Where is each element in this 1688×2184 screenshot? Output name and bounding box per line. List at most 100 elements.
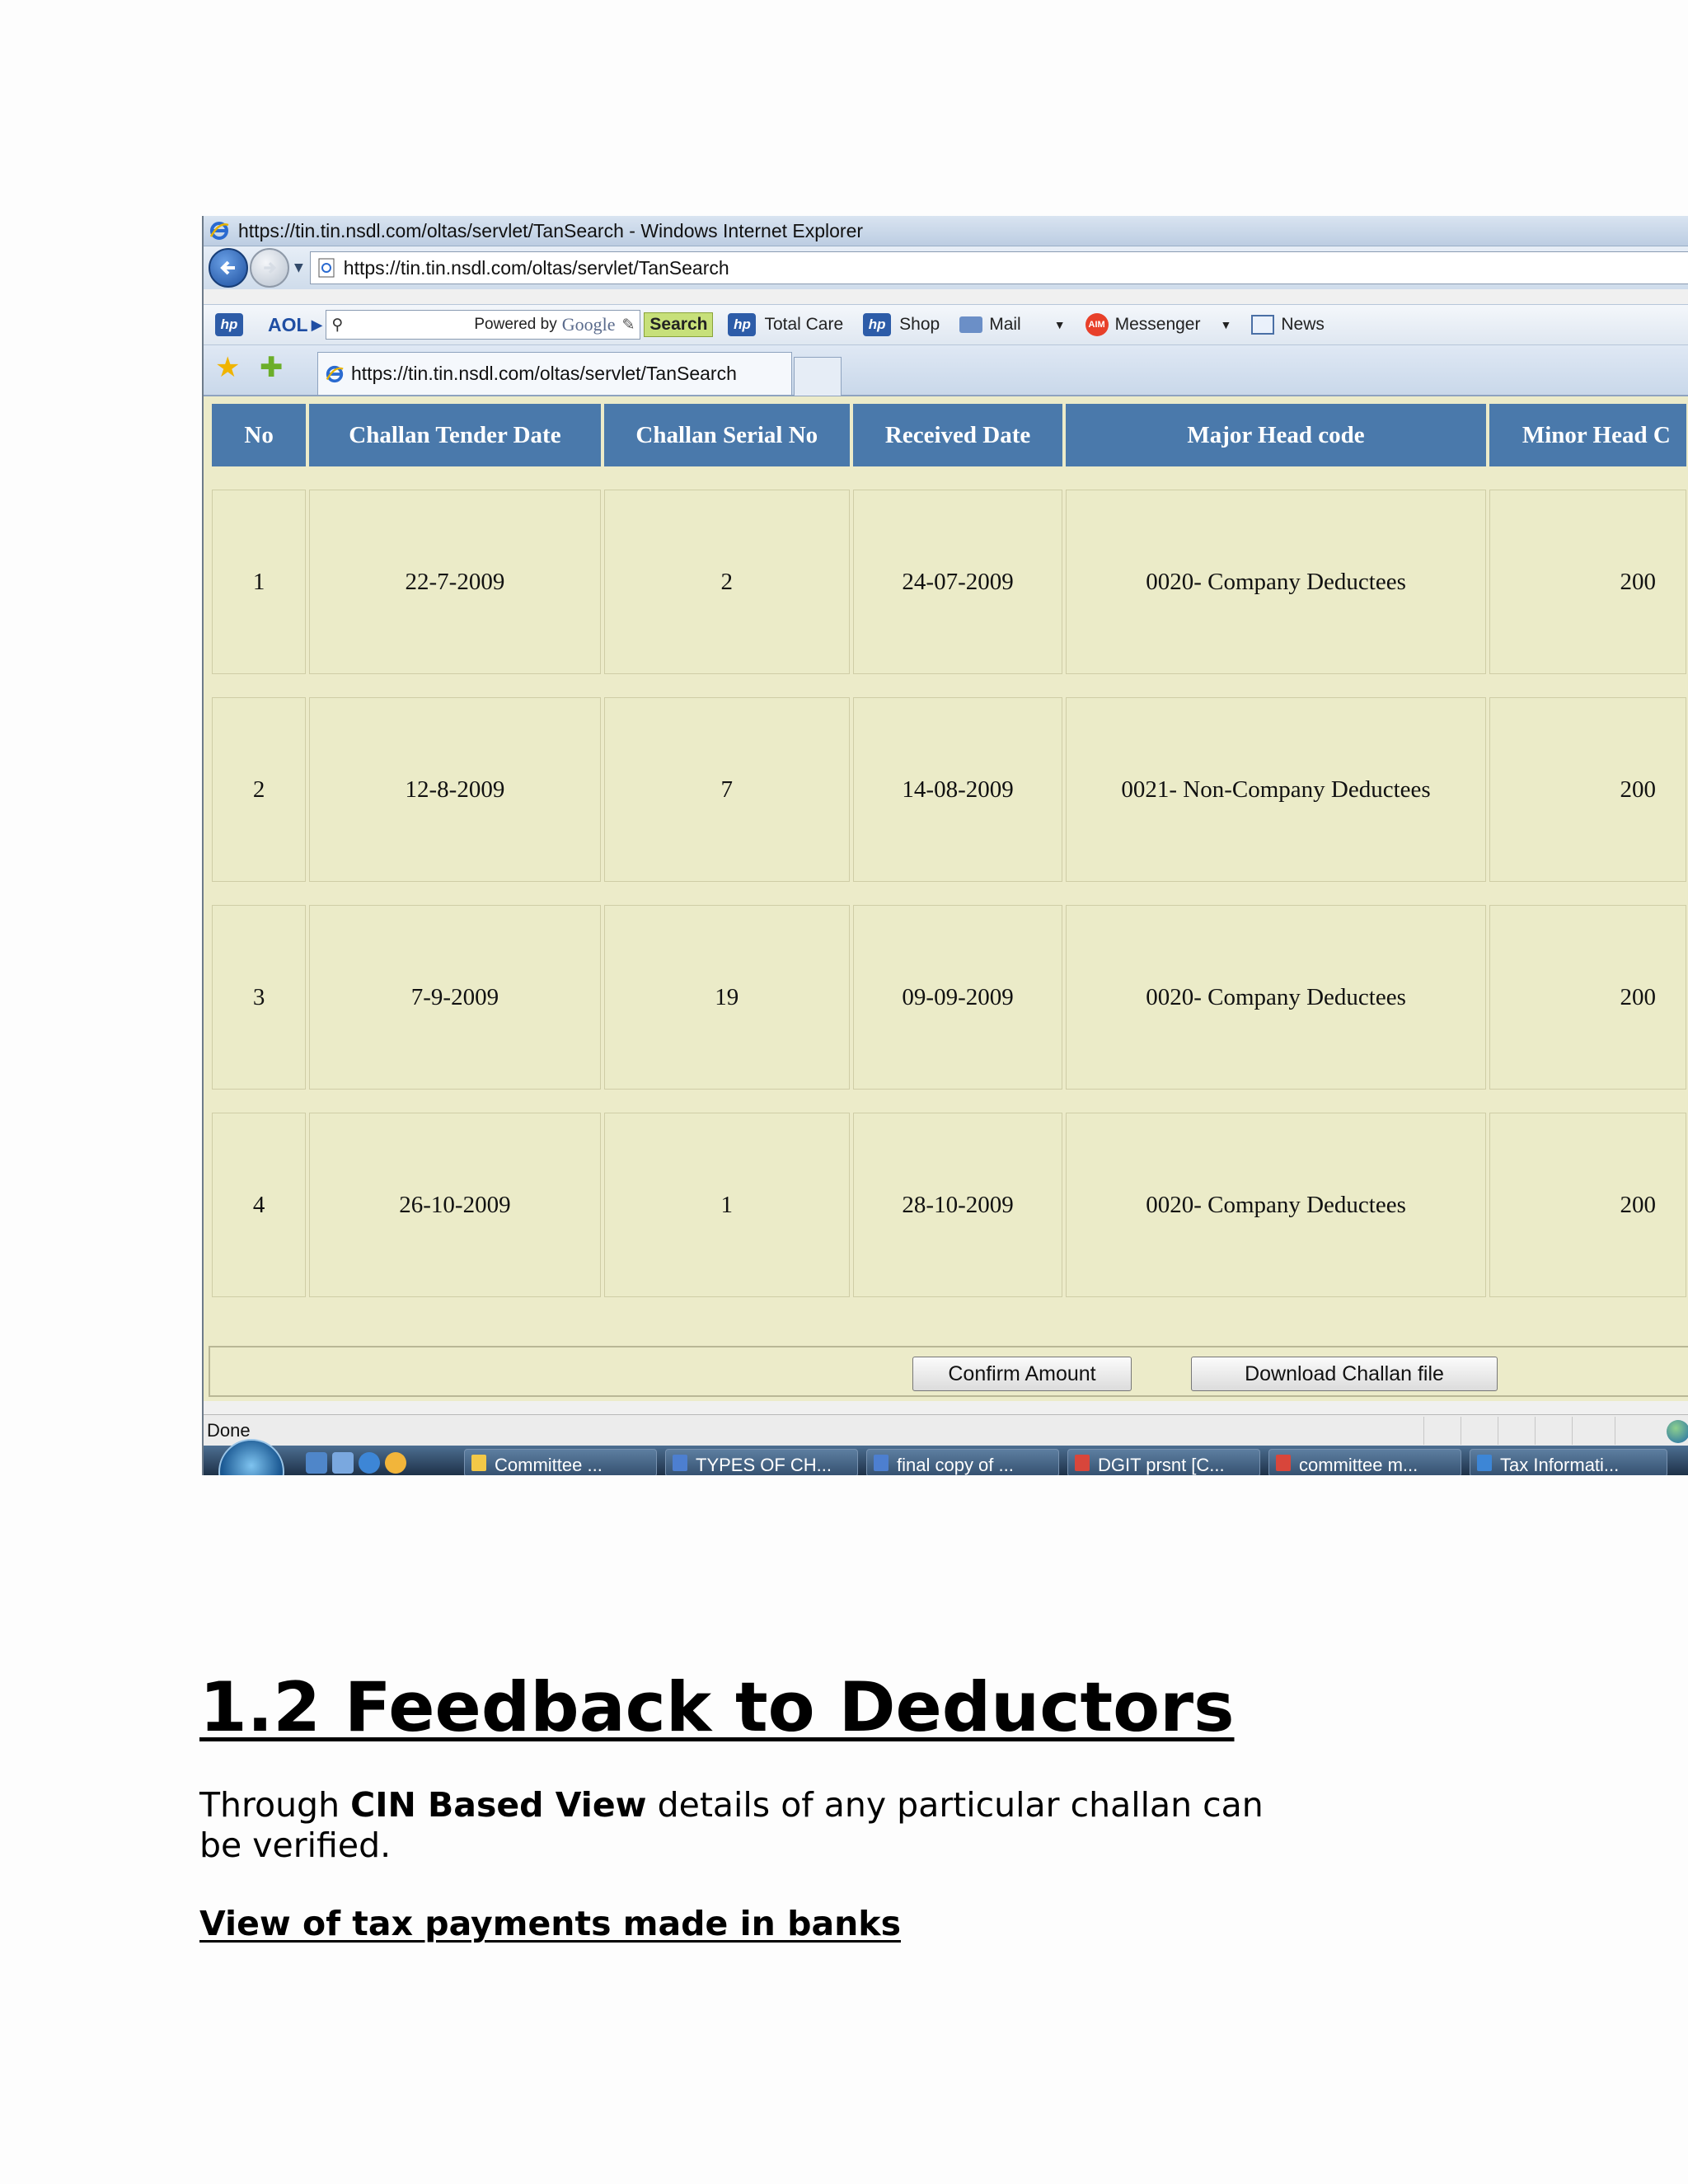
table-cell: 0021- Non-Company Deductees [1066,697,1486,882]
table-row: 3 7-9-2009 19 09-09-2009 0020- Company D… [212,905,1686,1090]
taskbar-item[interactable]: TYPES OF CH... [665,1449,858,1475]
tab-tansearch[interactable]: https://tin.tin.nsdl.com/oltas/servlet/T… [317,352,792,395]
table-cell: 7-9-2009 [309,905,601,1090]
new-tab-button[interactable] [794,357,842,396]
action-button-bar: Confirm Amount Download Challan file [209,1346,1688,1397]
mail-label: Mail [989,315,1021,334]
page-content: No Challan Tender Date Challan Serial No… [204,396,1688,1401]
table-cell: 26-10-2009 [309,1113,601,1297]
history-dropdown-icon[interactable]: ▼ [294,261,303,274]
windows-taskbar: Committee ... TYPES OF CH... final copy … [204,1439,1688,1475]
ie-page-icon [326,365,344,382]
subsection-heading: View of tax payments made in banks [199,1904,901,1943]
shop-button[interactable]: hp Shop [863,313,940,336]
table-cell: 14-08-2009 [852,697,1063,882]
google-text: Google [561,314,616,335]
table-cell: 12-8-2009 [309,697,601,882]
hp-icon: hp [728,313,757,336]
switch-windows-icon[interactable] [332,1452,354,1474]
show-desktop-icon[interactable] [306,1452,327,1474]
table-cell: 1 [212,490,307,674]
address-text: https://tin.tin.nsdl.com/oltas/servlet/T… [343,256,729,279]
emphasis-text: CIN Based View [350,1785,647,1825]
messenger-label: Messenger [1114,315,1201,334]
news-icon [1251,315,1275,335]
internet-zone-icon [1667,1420,1688,1443]
table-row: 1 22-7-2009 2 24-07-2009 0020- Company D… [212,490,1686,674]
taskbar-item[interactable]: Committee ... [464,1449,657,1475]
taskbar-item[interactable]: Tax Informati... [1470,1449,1667,1475]
taskbar-item[interactable]: DGIT prsnt [C... [1067,1449,1260,1475]
table-cell: 24-07-2009 [852,490,1063,674]
table-cell: 2 [603,490,850,674]
news-button[interactable]: News [1251,315,1325,335]
column-header: No [212,404,307,466]
address-field[interactable]: https://tin.tin.nsdl.com/oltas/servlet/T… [309,251,1688,284]
forward-button[interactable] [250,248,289,288]
table-cell: 09-09-2009 [852,905,1063,1090]
chevron-down-icon[interactable]: ▼ [1054,318,1066,331]
outlook-quicklaunch-icon[interactable] [385,1452,406,1474]
column-header: Minor Head C [1489,404,1686,466]
address-bar-row: ▼ https://tin.tin.nsdl.com/oltas/servlet… [204,246,1688,289]
aol-toolbar: hp AOL ▶ ⚲ Powered by Google ✎ Search hp… [204,304,1688,345]
paragraph-text: Through [199,1785,351,1825]
table-cell: 0020- Company Deductees [1066,1113,1486,1297]
aim-icon: AIM [1085,313,1109,336]
status-bar: Done [204,1414,1688,1446]
aol-arrow-icon: ▶ [311,316,323,333]
search-button[interactable]: Search [644,312,714,337]
download-challan-button[interactable]: Download Challan file [1191,1357,1498,1391]
table-cell: 200 [1489,697,1686,882]
powered-by-text: Powered by [474,316,557,333]
window-title: https://tin.tin.nsdl.com/oltas/servlet/T… [238,219,864,241]
table-cell: 2 [212,697,307,882]
table-cell: 22-7-2009 [309,490,601,674]
highlighter-icon[interactable]: ✎ [621,316,635,335]
arrow-left-icon [220,260,235,275]
shop-label: Shop [899,315,940,334]
total-care-label: Total Care [764,315,844,334]
table-cell: 200 [1489,490,1686,674]
table-cell: 1 [603,1113,850,1297]
chevron-down-icon[interactable]: ▼ [1220,318,1231,331]
add-favorite-icon[interactable]: ✚ [260,354,284,382]
arrow-right-icon [264,261,277,274]
ie-quicklaunch-icon[interactable] [359,1452,380,1474]
news-label: News [1281,315,1325,334]
table-cell: 0020- Company Deductees [1066,905,1486,1090]
status-text: Done [207,1420,251,1441]
back-button[interactable] [209,248,248,288]
table-row: 2 12-8-2009 7 14-08-2009 0021- Non-Compa… [212,697,1686,882]
tab-title: https://tin.tin.nsdl.com/oltas/servlet/T… [351,363,737,384]
aol-logo[interactable]: AOL [268,314,308,336]
table-cell: 0020- Company Deductees [1066,490,1486,674]
column-header: Received Date [852,404,1063,466]
total-care-button[interactable]: hp Total Care [728,313,843,336]
mail-button[interactable]: Mail ▼ [959,315,1066,335]
table-header-row: No Challan Tender Date Challan Serial No… [212,404,1686,466]
messenger-button[interactable]: AIM Messenger ▼ [1085,313,1231,336]
mail-icon [959,316,983,333]
table-cell: 4 [212,1113,307,1297]
table-cell: 28-10-2009 [852,1113,1063,1297]
confirm-amount-button[interactable]: Confirm Amount [912,1357,1132,1391]
search-icon: ⚲ [331,316,344,334]
ie-logo-icon [209,222,229,240]
page-icon [318,258,335,278]
challan-table: No Challan Tender Date Challan Serial No… [209,401,1688,1301]
body-paragraph: Through CIN Based View details of any pa… [199,1785,1296,1866]
column-header: Challan Serial No [603,404,850,466]
google-search-field[interactable]: ⚲ Powered by Google ✎ [326,310,641,340]
section-heading: 1.2 Feedback to Deductors [199,1667,1235,1747]
window-titlebar: https://tin.tin.nsdl.com/oltas/servlet/T… [204,216,1688,246]
column-header: Challan Tender Date [309,404,601,466]
hp-logo-icon[interactable]: hp [215,313,243,336]
favorites-star-icon[interactable]: ★ [215,354,240,382]
table-cell: 3 [212,905,307,1090]
tab-bar: ★ ✚ https://tin.tin.nsdl.com/oltas/servl… [204,345,1688,396]
table-row: 4 26-10-2009 1 28-10-2009 0020- Company … [212,1113,1686,1297]
taskbar-item[interactable]: final copy of ... [866,1449,1059,1475]
table-cell: 7 [603,697,850,882]
taskbar-item[interactable]: committee m... [1268,1449,1461,1475]
